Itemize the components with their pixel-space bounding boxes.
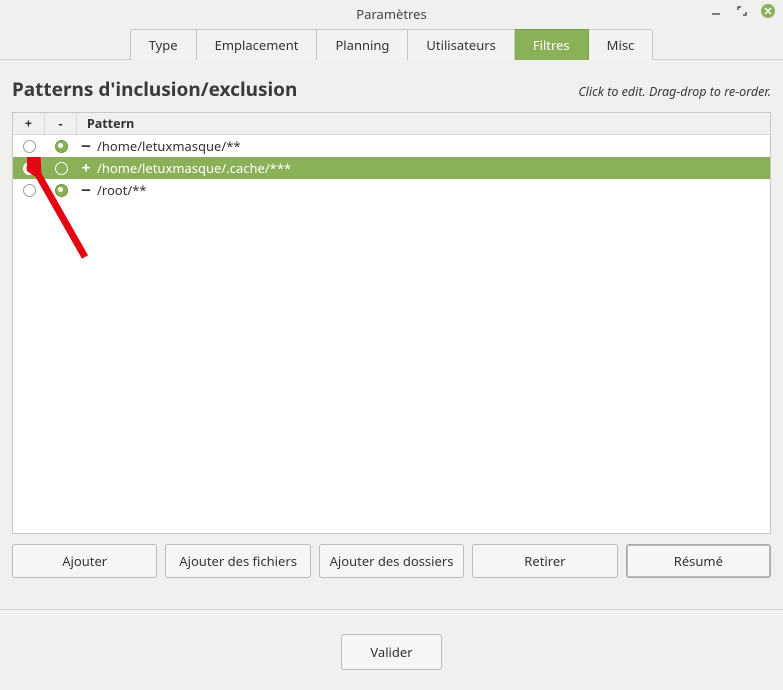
table-header: + - Pattern xyxy=(13,113,770,135)
include-radio[interactable] xyxy=(13,184,45,197)
settings-window: Paramètres Type Emplacement Planning Uti… xyxy=(0,0,783,690)
include-radio[interactable] xyxy=(13,162,45,175)
tab-misc[interactable]: Misc xyxy=(589,29,654,60)
sign-label: — xyxy=(77,138,95,154)
sign-label: + xyxy=(77,160,95,176)
add-files-button[interactable]: Ajouter des fichiers xyxy=(165,544,310,578)
titlebar: Paramètres xyxy=(0,0,783,28)
remove-button[interactable]: Retirer xyxy=(472,544,617,578)
minimize-button[interactable] xyxy=(709,4,723,18)
tab-emplacement[interactable]: Emplacement xyxy=(197,29,318,60)
col-header-pattern[interactable]: Pattern xyxy=(77,115,134,132)
action-buttons: Ajouter Ajouter des fichiers Ajouter des… xyxy=(12,544,771,578)
header-row: Patterns d'inclusion/exclusion Click to … xyxy=(12,76,771,102)
add-folders-button[interactable]: Ajouter des dossiers xyxy=(319,544,464,578)
validate-button[interactable]: Valider xyxy=(341,634,441,670)
tab-utilisateurs[interactable]: Utilisateurs xyxy=(408,29,514,60)
table-row[interactable]: — /home/letuxmasque/** xyxy=(13,135,770,157)
include-radio[interactable] xyxy=(13,140,45,153)
pattern-text[interactable]: /root/** xyxy=(95,181,147,199)
tab-filtres[interactable]: Filtres xyxy=(515,29,589,60)
content-area: Patterns d'inclusion/exclusion Click to … xyxy=(0,60,783,597)
table-row[interactable]: + /home/letuxmasque/.cache/*** xyxy=(13,157,770,179)
col-header-exclude[interactable]: - xyxy=(45,113,77,134)
add-button[interactable]: Ajouter xyxy=(12,544,157,578)
hint-text: Click to edit. Drag-drop to re-order. xyxy=(578,83,771,100)
table-row[interactable]: — /root/** xyxy=(13,179,770,201)
tab-planning[interactable]: Planning xyxy=(317,29,408,60)
close-button[interactable] xyxy=(761,4,775,18)
pattern-text[interactable]: /home/letuxmasque/.cache/*** xyxy=(95,159,291,177)
tab-bar: Type Emplacement Planning Utilisateurs F… xyxy=(0,28,783,60)
exclude-radio[interactable] xyxy=(45,184,77,197)
window-title: Paramètres xyxy=(356,5,426,23)
pattern-text[interactable]: /home/letuxmasque/** xyxy=(95,137,241,155)
maximize-button[interactable] xyxy=(735,4,749,18)
sign-label: — xyxy=(77,182,95,198)
summary-button[interactable]: Résumé xyxy=(626,544,771,578)
page-title: Patterns d'inclusion/exclusion xyxy=(12,76,297,102)
col-header-include[interactable]: + xyxy=(13,113,45,134)
tab-type[interactable]: Type xyxy=(130,29,197,60)
patterns-table: + - Pattern — /home/letuxmasque/** + /ho… xyxy=(12,112,771,534)
exclude-radio[interactable] xyxy=(45,162,77,175)
footer: Valider xyxy=(0,609,783,690)
window-controls xyxy=(709,4,775,18)
exclude-radio[interactable] xyxy=(45,140,77,153)
